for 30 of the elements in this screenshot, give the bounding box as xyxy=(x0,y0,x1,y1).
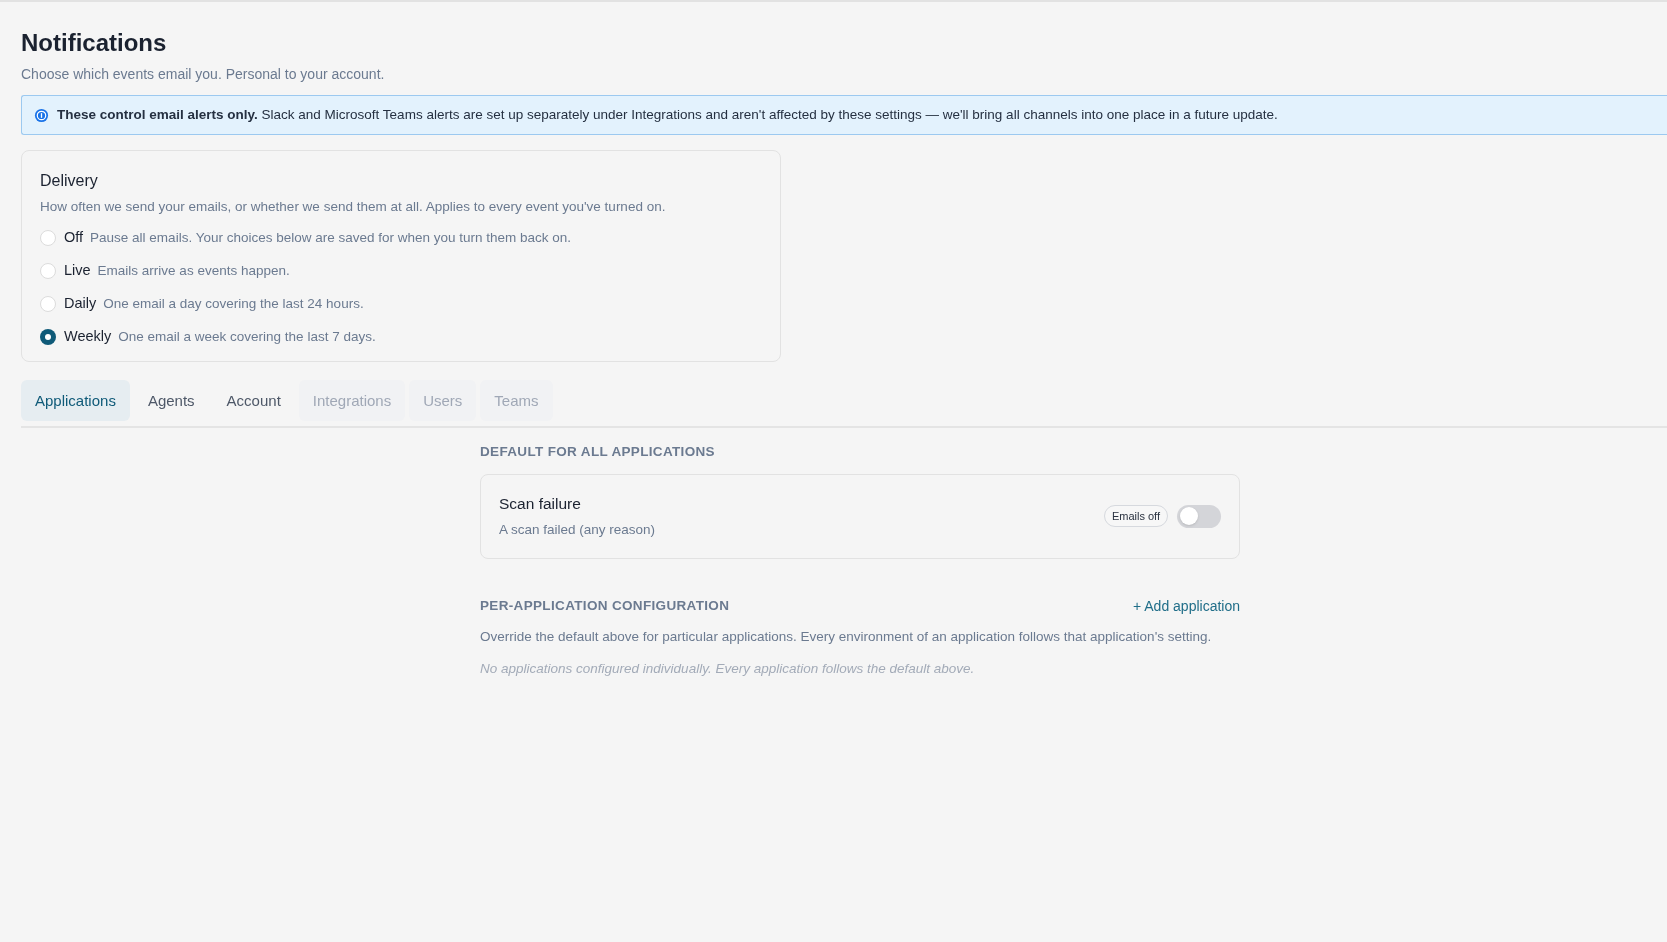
radio-button[interactable] xyxy=(40,328,56,345)
option-label: Daily xyxy=(64,293,97,313)
section-heading: DEFAULT FOR ALL APPLICATIONS xyxy=(480,443,716,462)
banner-text: These control email alerts only. Slack and Microsoft Teams alerts are set up separately under Integrations and aren't affected by these settings — we'll bring all channels into one place in a future update. xyxy=(57,105,1278,124)
page-subtitle: Choose which events email you. Personal to your account. xyxy=(21,65,386,84)
page-title: Notifications xyxy=(21,28,168,58)
tab[interactable]: Account xyxy=(212,380,295,422)
radio-button[interactable] xyxy=(40,295,56,312)
status-badge: Emails off xyxy=(1103,504,1168,528)
tab[interactable]: Agents xyxy=(133,380,209,422)
option-label: Weekly xyxy=(64,326,112,346)
radio-button[interactable] xyxy=(40,262,56,279)
option-description: One email a day covering the last 24 hours. xyxy=(103,294,364,313)
option-description: Pause all emails. Your choices below are saved for when you turn them back on. xyxy=(90,228,572,247)
info-icon xyxy=(34,107,49,123)
add-application-link[interactable]: + Add application xyxy=(1132,595,1240,617)
card-description: How often we send your emails, or whether we send them at all. Applies to every event you've turned on. xyxy=(40,198,667,216)
toggle-switch[interactable] xyxy=(1177,504,1221,528)
option-description: One email a week covering the last 7 days. xyxy=(118,327,376,346)
section-description: Override the default above for particular applications. Every environment of an application follows that application's setting. xyxy=(480,627,1213,646)
card-title: Delivery xyxy=(40,171,99,191)
event-title: Scan failure xyxy=(499,493,582,514)
tab[interactable]: Applications xyxy=(21,380,130,422)
event-description: A scan failed (any reason) xyxy=(499,521,656,539)
empty-state-text: No applications configured individually. Every application follows the default above. xyxy=(480,659,976,678)
option-description: Emails arrive as events happen. xyxy=(97,261,290,280)
section-heading: PER-APPLICATION CONFIGURATION xyxy=(480,596,730,615)
option-label: Off xyxy=(64,227,84,247)
option-label: Live xyxy=(64,260,91,280)
radio-button[interactable] xyxy=(40,229,56,246)
